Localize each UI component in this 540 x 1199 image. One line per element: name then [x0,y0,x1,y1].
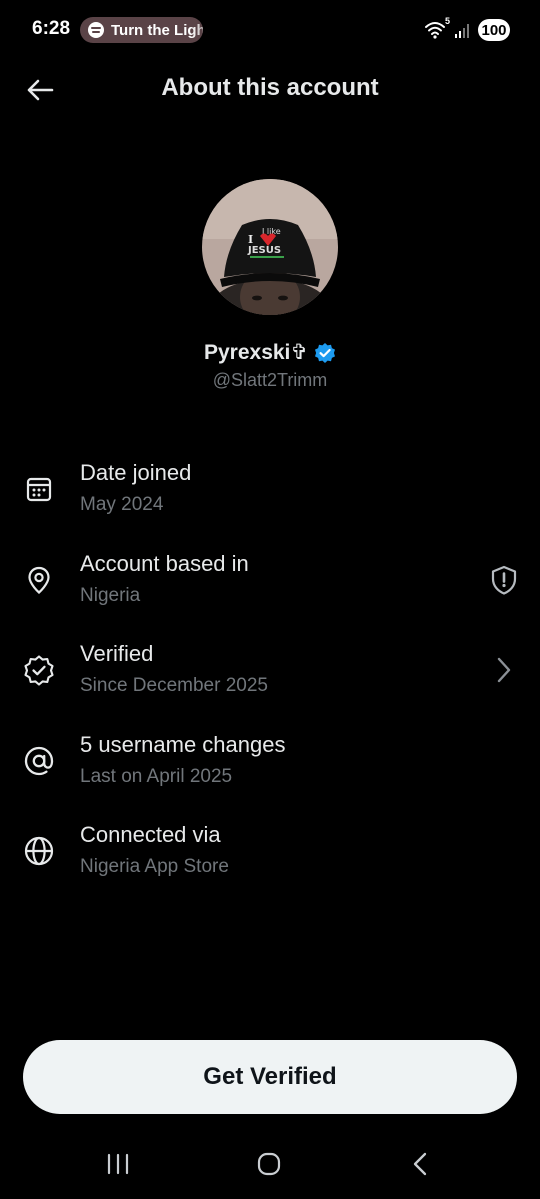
verified-check-icon [22,653,56,687]
account-info-list: Date joined May 2024 Account based in Ni… [0,450,540,903]
home-button[interactable] [249,1148,289,1180]
username-handle: @Slatt2Trimm [212,370,328,390]
info-subtitle: May 2024 [80,494,164,515]
location-pin-icon [22,563,56,597]
status-icons: 5 100 [424,16,510,41]
nav-back-button[interactable] [400,1148,440,1180]
calendar-icon [22,472,56,506]
android-nav-bar [0,1130,540,1199]
back-icon [413,1152,427,1176]
status-bar: 6:28 Turn the Lights 5 100 [0,0,540,60]
signal-icon [454,21,472,39]
globe-icon [22,834,56,868]
verified-badge-icon [314,342,336,364]
info-title: Account based in [80,550,249,576]
display-name: Pyrexski✞ [203,341,308,364]
info-subtitle: Nigeria App Store [80,856,229,877]
status-time: 6:28 [32,18,71,39]
spotify-icon [88,22,104,38]
info-subtitle: Nigeria [80,584,141,606]
svg-text:JESUS: JESUS [247,245,281,256]
media-playing-pill[interactable]: Turn the Lights [80,17,203,43]
display-name-row: Pyrexski✞ [0,340,540,365]
shield-alert-icon[interactable] [488,563,520,597]
home-icon [257,1152,281,1176]
get-verified-button[interactable]: Get Verified [23,1040,517,1114]
chevron-right-icon [488,653,520,687]
wifi-badge: 5 [444,16,450,26]
info-title: Date joined [80,460,192,485]
info-title: 5 username changes [80,731,286,757]
recent-apps-button[interactable] [98,1148,138,1180]
info-row-username-changes: 5 username changes Last on April 2025 [0,722,540,813]
info-title: Verified [80,641,154,666]
info-subtitle: Last on April 2025 [80,765,233,787]
info-title: Connected via [80,822,221,847]
info-row-account-based-in: Account based in Nigeria [0,541,540,632]
info-row-verified[interactable]: Verified Since December 2025 [0,631,540,722]
at-sign-icon [22,744,56,778]
info-row-connected-via: Connected via Nigeria App Store [0,812,540,903]
recent-apps-icon [107,1153,129,1175]
info-subtitle: Since December 2025 [80,675,268,696]
avatar[interactable]: I like I JESUS [202,179,338,315]
header: About this account [0,60,540,120]
wifi-icon: 5 [424,16,450,40]
battery-indicator: 100 [478,19,510,41]
info-row-date-joined: Date joined May 2024 [0,450,540,541]
page-title: About this account [161,74,379,101]
media-track-title: Turn the Lights [111,21,203,39]
